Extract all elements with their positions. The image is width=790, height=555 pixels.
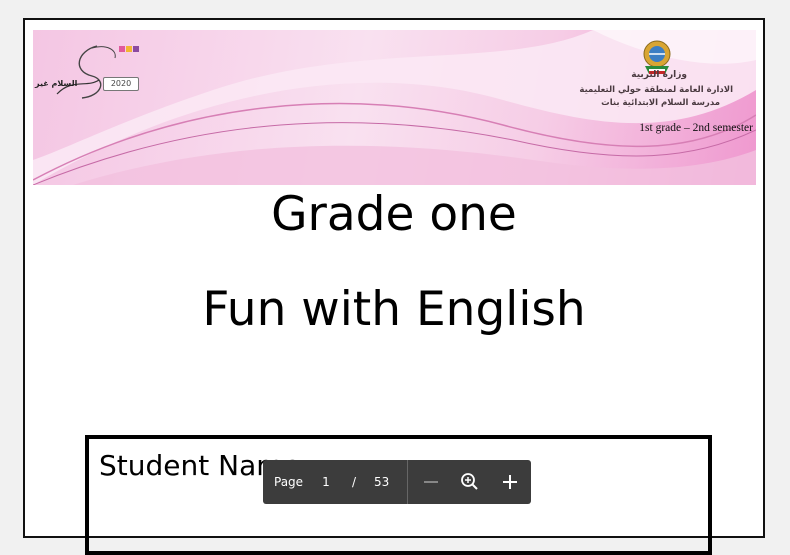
zoom-out-button[interactable] xyxy=(420,471,442,493)
toolbar-divider xyxy=(407,460,408,504)
ministry-line: وزارة التربية xyxy=(631,70,687,80)
school-logo-left xyxy=(56,45,139,99)
zoom-fit-button[interactable] xyxy=(459,471,481,493)
zoom-in-button[interactable] xyxy=(499,471,521,493)
left-logo-text: السلام غير xyxy=(35,79,78,88)
total-pages: 53 xyxy=(374,475,390,489)
current-page-input[interactable]: 1 xyxy=(319,460,333,504)
plus-icon xyxy=(503,475,517,489)
grade-semester-label: 1st grade – 2nd semester xyxy=(639,122,753,134)
header-banner: السلام غير 2020 وزارة التربية الادارة ال… xyxy=(33,30,756,185)
minus-icon xyxy=(424,481,438,483)
district-line: الادارة العامة لمنطقة حولي التعليمية xyxy=(579,85,733,95)
title-book: Fun with English xyxy=(202,282,586,337)
pdf-page-toolbar: Page 1 / 53 xyxy=(263,460,531,504)
title-grade: Grade one xyxy=(271,187,517,242)
magnifier-plus-icon xyxy=(461,473,478,490)
page-separator: / xyxy=(352,475,357,489)
school-line: مدرسة السلام الابتدائية بنات xyxy=(601,98,720,108)
page-label: Page xyxy=(274,475,304,489)
left-logo-year: 2020 xyxy=(103,77,139,91)
